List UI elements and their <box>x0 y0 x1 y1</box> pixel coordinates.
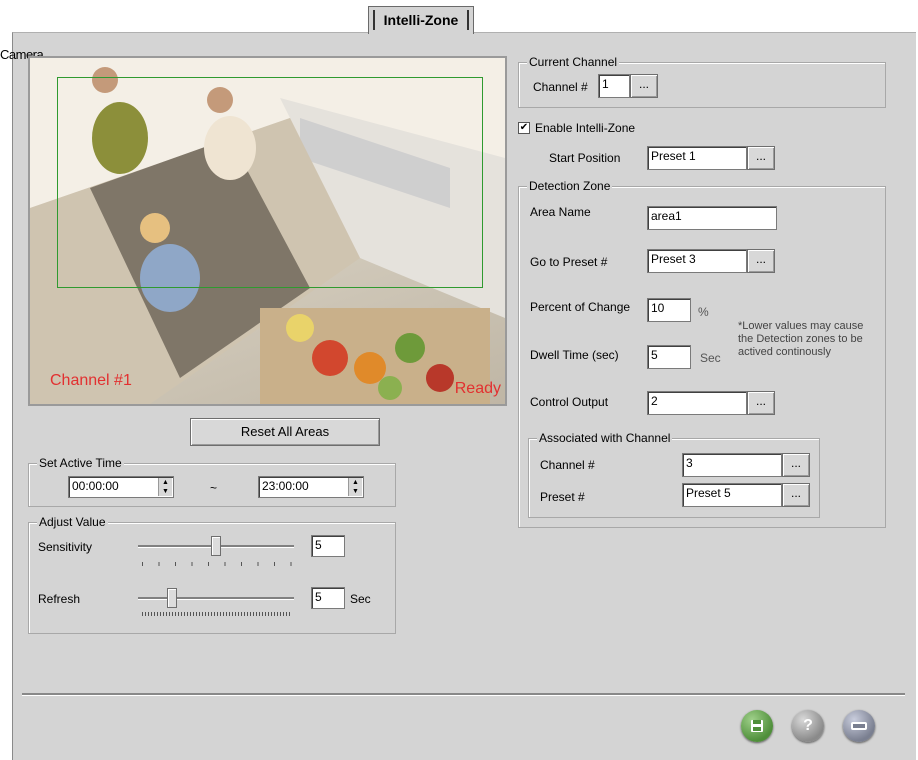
refresh-unit-label: Sec <box>350 592 371 606</box>
refresh-value-input[interactable]: 5 <box>311 587 345 609</box>
goto-preset-label: Go to Preset # <box>530 255 608 269</box>
end-time-value: 23:00:00 <box>262 479 309 493</box>
start-position-browse-button[interactable]: ... <box>747 146 775 170</box>
enable-intelli-zone-checkbox[interactable]: ✔ <box>518 122 530 134</box>
end-time-input[interactable]: 23:00:00 ▲ ▼ <box>258 476 364 498</box>
area-name-input[interactable]: area1 <box>647 206 777 230</box>
footer-separator <box>22 693 905 696</box>
goto-preset-input[interactable]: Preset 3 <box>647 249 747 273</box>
reset-all-areas-button[interactable]: Reset All Areas <box>190 418 380 446</box>
associated-channel-input[interactable]: 3 <box>682 453 782 477</box>
start-time-spinner[interactable]: ▲ ▼ <box>158 478 172 496</box>
associated-preset-label: Preset # <box>540 490 585 504</box>
associated-channel-label: Channel # <box>540 458 595 472</box>
exit-button[interactable] <box>843 710 875 742</box>
end-time-spinner[interactable]: ▲ ▼ <box>348 478 362 496</box>
associated-channel-legend: Associated with Channel <box>537 431 673 445</box>
sensitivity-value-input[interactable]: 5 <box>311 535 345 557</box>
refresh-slider[interactable] <box>138 588 294 620</box>
dwell-time-label: Dwell Time (sec) <box>530 348 619 362</box>
goto-preset-browse-button[interactable]: ... <box>747 249 775 273</box>
start-time-input[interactable]: 00:00:00 ▲ ▼ <box>68 476 174 498</box>
status-overlay-label: Ready <box>454 380 501 397</box>
dwell-time-input[interactable]: 5 <box>647 345 691 369</box>
start-position-input[interactable]: Preset 1 <box>647 146 747 170</box>
refresh-slider-thumb[interactable] <box>167 588 177 608</box>
control-output-label: Control Output <box>530 395 609 409</box>
current-channel-browse-button[interactable]: ... <box>630 74 658 98</box>
tab-intelli-zone[interactable]: Intelli-Zone <box>368 6 474 34</box>
percent-unit-label: % <box>698 305 709 319</box>
time-range-separator: ~ <box>210 481 218 495</box>
detection-zone-outline[interactable] <box>57 77 483 288</box>
help-icon: ? <box>803 717 813 734</box>
sensitivity-slider[interactable] <box>138 536 294 568</box>
start-position-label: Start Position <box>549 151 621 165</box>
control-output-input[interactable]: 2 <box>647 391 747 415</box>
start-time-value: 00:00:00 <box>72 479 119 493</box>
sensitivity-label: Sensitivity <box>38 540 93 554</box>
detection-zone-legend: Detection Zone <box>527 179 613 193</box>
save-icon <box>751 720 763 732</box>
percent-hint-note: *Lower values may cause the Detection zo… <box>738 320 864 358</box>
adjust-value-legend: Adjust Value <box>37 515 108 529</box>
set-active-time-legend: Set Active Time <box>37 456 124 470</box>
save-button[interactable] <box>741 710 773 742</box>
percent-of-change-input[interactable]: 10 <box>647 298 691 322</box>
current-channel-label: Channel # <box>533 80 588 94</box>
camera-preview[interactable]: Channel #1 Ready <box>28 56 507 406</box>
percent-of-change-label: Percent of Change <box>530 300 631 314</box>
help-button[interactable]: ? <box>792 710 824 742</box>
associated-preset-input[interactable]: Preset 5 <box>682 483 782 507</box>
dwell-time-unit-label: Sec <box>700 351 721 365</box>
exit-icon <box>851 722 867 730</box>
enable-intelli-zone-label: Enable Intelli-Zone <box>535 121 636 135</box>
area-name-label: Area Name <box>530 205 591 219</box>
associated-channel-browse-button[interactable]: ... <box>782 453 810 477</box>
control-output-browse-button[interactable]: ... <box>747 391 775 415</box>
channel-overlay-label: Channel #1 <box>50 372 132 389</box>
current-channel-legend: Current Channel <box>527 55 620 69</box>
associated-preset-browse-button[interactable]: ... <box>782 483 810 507</box>
refresh-label: Refresh <box>38 592 81 606</box>
current-channel-input[interactable]: 1 <box>598 74 630 98</box>
sensitivity-slider-thumb[interactable] <box>211 536 221 556</box>
